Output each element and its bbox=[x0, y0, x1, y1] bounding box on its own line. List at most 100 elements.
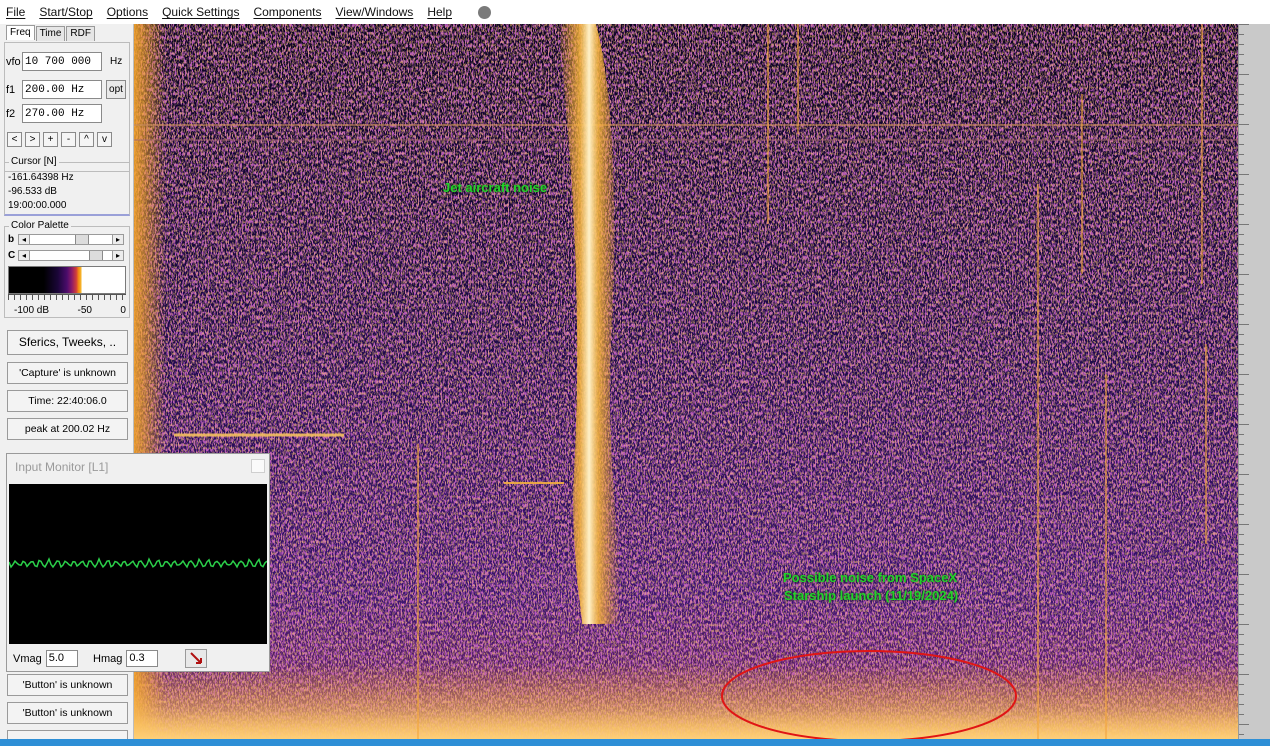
time-button[interactable]: Time: 22:40:06.0 bbox=[7, 390, 128, 412]
scale-tick bbox=[1239, 644, 1244, 645]
close-icon[interactable] bbox=[251, 459, 265, 473]
shift-left-button[interactable]: < bbox=[7, 132, 22, 147]
scale-tick bbox=[1239, 144, 1244, 145]
scale-tick bbox=[1239, 334, 1244, 335]
capture-button[interactable]: 'Capture' is unknown bbox=[7, 362, 128, 384]
vmag-label: Vmag bbox=[13, 652, 42, 665]
scale-tick bbox=[1239, 664, 1244, 665]
brightness-slider[interactable]: ◂ ▸ bbox=[18, 234, 124, 245]
zoom-out-button[interactable]: - bbox=[61, 132, 76, 147]
scale-tick bbox=[1239, 704, 1244, 705]
f1-field[interactable]: 200.00 Hz bbox=[22, 80, 102, 99]
menu-options[interactable]: Options bbox=[107, 5, 148, 19]
zoom-in-button[interactable]: + bbox=[43, 132, 58, 147]
cursor-frequency: -161.64398 Hz bbox=[8, 172, 74, 183]
scale-tick bbox=[1239, 94, 1244, 95]
scale-tick bbox=[1239, 594, 1244, 595]
brightness-slider-thumb[interactable] bbox=[75, 235, 89, 244]
menu-view-windows[interactable]: View/Windows bbox=[336, 5, 414, 19]
f2-row: f2 270.00 Hz bbox=[6, 104, 102, 123]
tab-freq[interactable]: Freq bbox=[6, 25, 35, 40]
scale-tick bbox=[1239, 564, 1244, 565]
scale-tick bbox=[1239, 534, 1244, 535]
contrast-label: C bbox=[8, 250, 16, 261]
scale-tick bbox=[1239, 214, 1244, 215]
probe-cursor-glyph bbox=[190, 652, 202, 664]
menu-help[interactable]: Help bbox=[427, 5, 452, 19]
slider-right-arrow-icon[interactable]: ▸ bbox=[112, 235, 123, 244]
spectrogram-canvas[interactable] bbox=[134, 24, 1238, 739]
f1-row: f1 200.00 Hz opt bbox=[6, 80, 126, 99]
low-frequency-glow bbox=[134, 664, 1238, 739]
menu-bar: File Start/Stop Options Quick Settings C… bbox=[0, 0, 1270, 24]
contrast-slider[interactable]: ◂ ▸ bbox=[18, 250, 124, 261]
scale-tick bbox=[1239, 44, 1244, 45]
menu-quick-settings[interactable]: Quick Settings bbox=[162, 5, 239, 19]
jet-annotation: Jet aircraft noise bbox=[443, 180, 548, 195]
scale-tick bbox=[1239, 694, 1244, 695]
scale-tick bbox=[1239, 134, 1244, 135]
menu-components[interactable]: Components bbox=[253, 5, 321, 19]
waveform-trace bbox=[8, 557, 268, 569]
scale-tick bbox=[1239, 654, 1244, 655]
probe-cursor-icon[interactable] bbox=[185, 649, 207, 668]
menu-file[interactable]: File bbox=[6, 5, 25, 19]
unknown-button-1[interactable]: 'Button' is unknown bbox=[7, 674, 128, 696]
down-button[interactable]: v bbox=[97, 132, 112, 147]
scale-tick bbox=[1239, 304, 1244, 305]
scale-tick bbox=[1239, 124, 1249, 125]
peak-button[interactable]: peak at 200.02 Hz bbox=[7, 418, 128, 440]
vmag-field[interactable]: 5.0 bbox=[45, 650, 78, 667]
scale-tick bbox=[1239, 374, 1249, 375]
spacex-annotation-line2: Starship launch (11/19/2024) bbox=[784, 588, 959, 603]
waveform-display bbox=[8, 484, 268, 644]
hmag-field[interactable]: 0.3 bbox=[126, 650, 159, 667]
scale-tick bbox=[1239, 454, 1244, 455]
taskbar-strip bbox=[0, 739, 1270, 746]
contrast-slider-thumb[interactable] bbox=[89, 251, 103, 260]
f2-field[interactable]: 270.00 Hz bbox=[22, 104, 102, 123]
scale-tick bbox=[1239, 464, 1244, 465]
scale-tick bbox=[1239, 244, 1244, 245]
tab-time[interactable]: Time bbox=[35, 26, 66, 41]
vfo-row: vfo 10 700 000 Hz bbox=[6, 52, 122, 71]
scale-tick bbox=[1239, 184, 1244, 185]
color-palette-title: Color Palette bbox=[9, 220, 71, 231]
tab-rdf[interactable]: RDF bbox=[66, 26, 95, 41]
menu-start-stop[interactable]: Start/Stop bbox=[39, 5, 92, 19]
freq-nav-buttons: < > + - ^ v bbox=[7, 132, 115, 147]
scale-tick bbox=[1239, 194, 1244, 195]
vfo-field[interactable]: 10 700 000 bbox=[22, 52, 102, 71]
scale-tick bbox=[1239, 684, 1244, 685]
shift-right-button[interactable]: > bbox=[25, 132, 40, 147]
input-monitor-window[interactable]: Input Monitor [L1] Vmag 5.0 Hmag 0.3 bbox=[6, 453, 270, 672]
scale-tick bbox=[1239, 424, 1249, 425]
hmag-label: Hmag bbox=[93, 652, 123, 665]
opt-button[interactable]: opt bbox=[106, 80, 126, 99]
up-button[interactable]: ^ bbox=[79, 132, 94, 147]
scale-tick bbox=[1239, 174, 1249, 175]
scale-tick bbox=[1239, 204, 1244, 205]
color-palette-bar bbox=[8, 266, 126, 294]
vmag-row: Vmag 5.0 bbox=[13, 650, 78, 667]
slider-left-arrow-icon[interactable]: ◂ bbox=[19, 235, 30, 244]
spectrogram-display[interactable] bbox=[134, 24, 1238, 739]
scale-tick bbox=[1239, 74, 1249, 75]
scale-tick bbox=[1239, 224, 1249, 225]
palette-scale-max: 0 bbox=[120, 305, 126, 316]
scale-tick bbox=[1239, 474, 1249, 475]
scale-tick bbox=[1239, 254, 1244, 255]
scale-tick bbox=[1239, 524, 1249, 525]
input-monitor-title: Input Monitor [L1] bbox=[15, 460, 109, 474]
scale-tick bbox=[1239, 434, 1244, 435]
slider-left-arrow-icon[interactable]: ◂ bbox=[19, 251, 30, 260]
unknown-button-2[interactable]: 'Button' is unknown bbox=[7, 702, 128, 724]
scale-tick bbox=[1239, 314, 1244, 315]
menu-status-dot-icon[interactable] bbox=[478, 5, 491, 19]
f1-label: f1 bbox=[6, 83, 16, 96]
sferics-button[interactable]: Sferics, Tweeks, .. bbox=[7, 330, 128, 355]
scale-tick bbox=[1239, 714, 1244, 715]
scale-tick bbox=[1239, 344, 1244, 345]
scale-tick bbox=[1239, 324, 1249, 325]
slider-right-arrow-icon[interactable]: ▸ bbox=[112, 251, 123, 260]
